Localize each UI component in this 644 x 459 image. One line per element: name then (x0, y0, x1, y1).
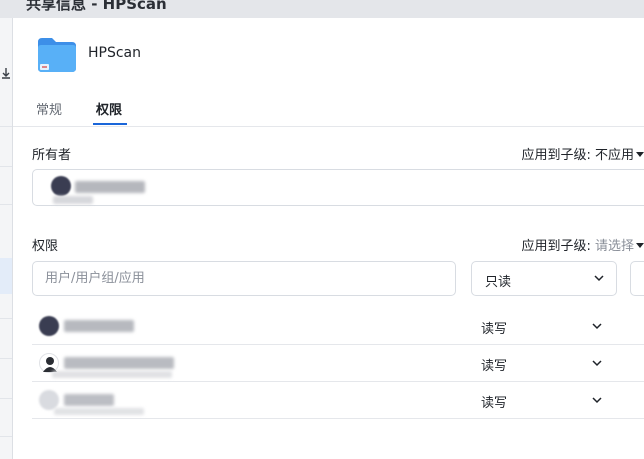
divider (0, 204, 12, 205)
owner-field[interactable] (32, 169, 644, 206)
active-tab-indicator (93, 123, 127, 125)
caret-down-icon[interactable] (636, 152, 644, 157)
permissions-apply-to-children[interactable]: 应用到子级: 请选择 (521, 235, 644, 254)
divider (0, 358, 12, 359)
user-name-shadow (52, 371, 172, 378)
user-name-shadow (54, 408, 144, 415)
divider (0, 126, 12, 127)
selected-row-edge (0, 258, 12, 294)
divider (0, 398, 12, 399)
avatar (51, 176, 71, 196)
avatar (39, 316, 59, 336)
tab-bar: 常规 权限 (13, 90, 644, 127)
chevron-down-icon (594, 275, 604, 282)
chevron-down-icon[interactable] (591, 394, 603, 406)
window-title: 共享信息 - HPScan (26, 0, 167, 13)
tab-general[interactable]: 常规 (36, 99, 62, 118)
background-window-strip (0, 18, 13, 459)
user-name (64, 394, 114, 406)
divider (0, 436, 12, 437)
permission-row: 读写 (32, 308, 644, 345)
chevron-down-icon[interactable] (591, 357, 603, 369)
user-group-avatar (39, 353, 59, 373)
apply-to-children-value[interactable]: 请选择 (595, 239, 634, 254)
permission-value[interactable]: 读写 (481, 355, 507, 374)
user-name (64, 357, 174, 369)
owner-apply-to-children[interactable]: 应用到子级: 不应用 (521, 144, 644, 163)
apply-to-children-label: 应用到子级: (521, 239, 591, 254)
permission-value[interactable]: 读写 (481, 318, 507, 337)
permission-row: 读写 (32, 382, 644, 419)
add-button[interactable] (630, 261, 644, 296)
apply-to-children-label: 应用到子级: (521, 148, 591, 163)
owner-name-shadow (53, 196, 93, 204)
owner-section-label: 所有者 (32, 148, 72, 163)
permission-select[interactable]: 只读 (471, 261, 617, 296)
permission-value[interactable]: 读写 (481, 392, 507, 411)
folder-icon (38, 38, 76, 72)
divider (0, 318, 12, 319)
avatar (39, 390, 59, 410)
caret-down-icon[interactable] (636, 243, 644, 248)
share-info-dialog: HPScan 常规 权限 所有者 应用到子级: 不应用 权限 应用到子级: 请选… (13, 18, 644, 459)
user-name (64, 320, 134, 332)
download-icon[interactable] (0, 64, 12, 84)
permission-row: 读写 (32, 345, 644, 382)
divider (0, 166, 12, 167)
user-search-input[interactable] (32, 261, 456, 296)
permission-select-value: 只读 (485, 275, 512, 290)
permissions-section-label: 权限 (32, 239, 59, 254)
owner-name (75, 181, 145, 193)
apply-to-children-value[interactable]: 不应用 (595, 148, 634, 163)
tab-permissions[interactable]: 权限 (96, 99, 122, 118)
file-name: HPScan (88, 45, 142, 61)
chevron-down-icon[interactable] (591, 320, 603, 332)
window-titlebar: 共享信息 - HPScan (0, 0, 644, 18)
